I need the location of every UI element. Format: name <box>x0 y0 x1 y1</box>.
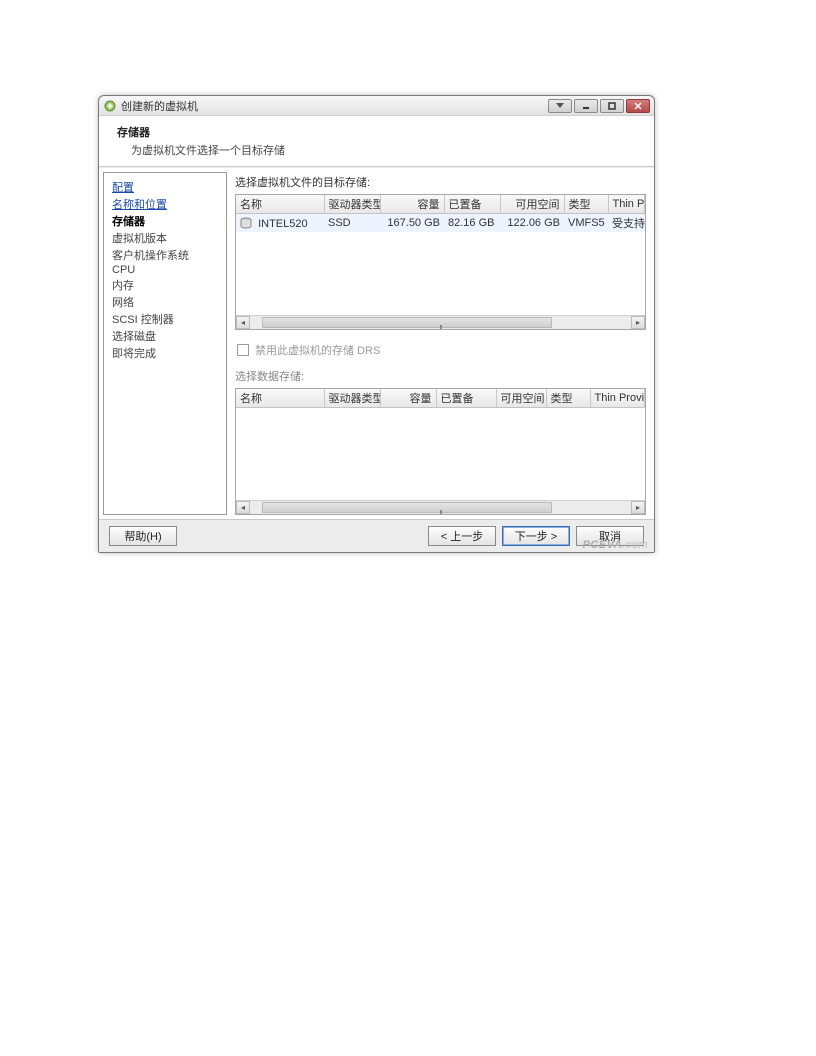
select-storage-label: 选择虚拟机文件的目标存储: <box>235 174 646 190</box>
wizard-step-subtitle: 为虚拟机文件选择一个目标存储 <box>131 142 640 158</box>
help-button[interactable]: 帮助(H) <box>109 526 177 546</box>
col2-drive-type[interactable]: 驱动器类型 <box>324 389 380 408</box>
datastore-hscroll[interactable]: ◂ ▸ <box>236 500 645 514</box>
row-type: VMFS5 <box>564 214 608 233</box>
sidebar-step-config[interactable]: 配置 <box>112 179 218 195</box>
row-provisioned: 82.16 GB <box>444 214 500 233</box>
row-free: 122.06 GB <box>500 214 564 233</box>
window-title: 创建新的虚拟机 <box>121 98 548 114</box>
row-name: INTEL520 <box>258 218 308 230</box>
app-icon <box>103 99 117 113</box>
sidebar-step-cpu: CPU <box>112 264 218 276</box>
col2-thin[interactable]: Thin Provi <box>590 389 645 408</box>
wizard-footer: 帮助(H) < 上一步 下一步 > 取消 <box>99 519 654 552</box>
maximize-button[interactable] <box>600 99 624 113</box>
scroll-left-icon[interactable]: ◂ <box>236 501 250 514</box>
window-buttons <box>548 99 650 113</box>
disable-drs-checkbox[interactable] <box>237 344 249 356</box>
scroll-right-icon[interactable]: ▸ <box>631 501 645 514</box>
col2-type[interactable]: 类型 <box>546 389 590 408</box>
storage-hscroll[interactable]: ◂ ▸ <box>236 315 645 329</box>
row-thin: 受支持 <box>608 214 645 233</box>
sidebar-step-vm-version: 虚拟机版本 <box>112 230 218 246</box>
scroll-thumb[interactable] <box>262 317 552 328</box>
sidebar-step-network: 网络 <box>112 294 218 310</box>
scroll-right-icon[interactable]: ▸ <box>631 316 645 329</box>
storage-table-header: 名称 驱动器类型 容量 已置备 可用空间 类型 Thin Prov <box>236 195 645 214</box>
sidebar-step-guest-os: 客户机操作系统 <box>112 247 218 263</box>
col-capacity[interactable]: 容量 <box>380 195 444 214</box>
col-free[interactable]: 可用空间 <box>500 195 564 214</box>
dropdown-button[interactable] <box>548 99 572 113</box>
col-name[interactable]: 名称 <box>236 195 324 214</box>
col-drive-type[interactable]: 驱动器类型 <box>324 195 380 214</box>
wizard-body: 配置 名称和位置 存储器 虚拟机版本 客户机操作系统 CPU 内存 网络 SCS… <box>99 167 654 519</box>
col2-name[interactable]: 名称 <box>236 389 324 408</box>
back-button[interactable]: < 上一步 <box>428 526 496 546</box>
sidebar-step-name-location[interactable]: 名称和位置 <box>112 196 218 212</box>
sidebar-step-scsi: SCSI 控制器 <box>112 311 218 327</box>
scroll-left-icon[interactable]: ◂ <box>236 316 250 329</box>
wizard-steps-sidebar: 配置 名称和位置 存储器 虚拟机版本 客户机操作系统 CPU 内存 网络 SCS… <box>103 172 227 515</box>
scroll-track[interactable] <box>250 501 631 514</box>
datastore-table-header: 名称 驱动器类型 容量 已置备 可用空间 类型 Thin Provi <box>236 389 645 408</box>
storage-row[interactable]: INTEL520 SSD 167.50 GB 82.16 GB 122.06 G… <box>236 214 645 233</box>
col2-free[interactable]: 可用空间 <box>496 389 546 408</box>
sidebar-step-memory: 内存 <box>112 277 218 293</box>
col-thin[interactable]: Thin Prov <box>608 195 645 214</box>
scroll-center-tick <box>440 325 442 329</box>
sidebar-step-storage: 存储器 <box>112 213 218 229</box>
create-vm-dialog: 创建新的虚拟机 存储器 为虚拟机文件选择一个目标存储 配置 名称和位置 存储器 <box>98 95 655 553</box>
col-provisioned[interactable]: 已置备 <box>444 195 500 214</box>
next-button[interactable]: 下一步 > <box>502 526 570 546</box>
row-drive-type: SSD <box>324 214 380 233</box>
titlebar[interactable]: 创建新的虚拟机 <box>99 96 654 116</box>
sidebar-step-disk: 选择磁盘 <box>112 328 218 344</box>
sidebar-step-finish: 即将完成 <box>112 345 218 361</box>
col2-provisioned[interactable]: 已置备 <box>436 389 496 408</box>
scroll-track[interactable] <box>250 316 631 329</box>
col2-capacity[interactable]: 容量 <box>380 389 436 408</box>
wizard-main: 选择虚拟机文件的目标存储: 名称 驱动器类型 容量 已置备 可用空间 <box>227 168 654 519</box>
wizard-step-title: 存储器 <box>117 124 640 140</box>
select-datastore-label: 选择数据存储: <box>235 368 646 384</box>
datastore-icon <box>240 217 252 229</box>
wizard-header: 存储器 为虚拟机文件选择一个目标存储 <box>99 116 654 167</box>
scroll-thumb[interactable] <box>262 502 552 513</box>
close-button[interactable] <box>626 99 650 113</box>
disable-drs-label: 禁用此虚拟机的存储 DRS <box>255 342 380 358</box>
minimize-button[interactable] <box>574 99 598 113</box>
scroll-center-tick <box>440 510 442 514</box>
datastore-table[interactable]: 名称 驱动器类型 容量 已置备 可用空间 类型 Thin Provi ◂ <box>235 388 646 515</box>
cancel-button[interactable]: 取消 <box>576 526 644 546</box>
storage-table[interactable]: 名称 驱动器类型 容量 已置备 可用空间 类型 Thin Prov <box>235 194 646 330</box>
col-type[interactable]: 类型 <box>564 195 608 214</box>
disable-drs-row: 禁用此虚拟机的存储 DRS <box>237 342 644 358</box>
row-capacity: 167.50 GB <box>380 214 444 233</box>
